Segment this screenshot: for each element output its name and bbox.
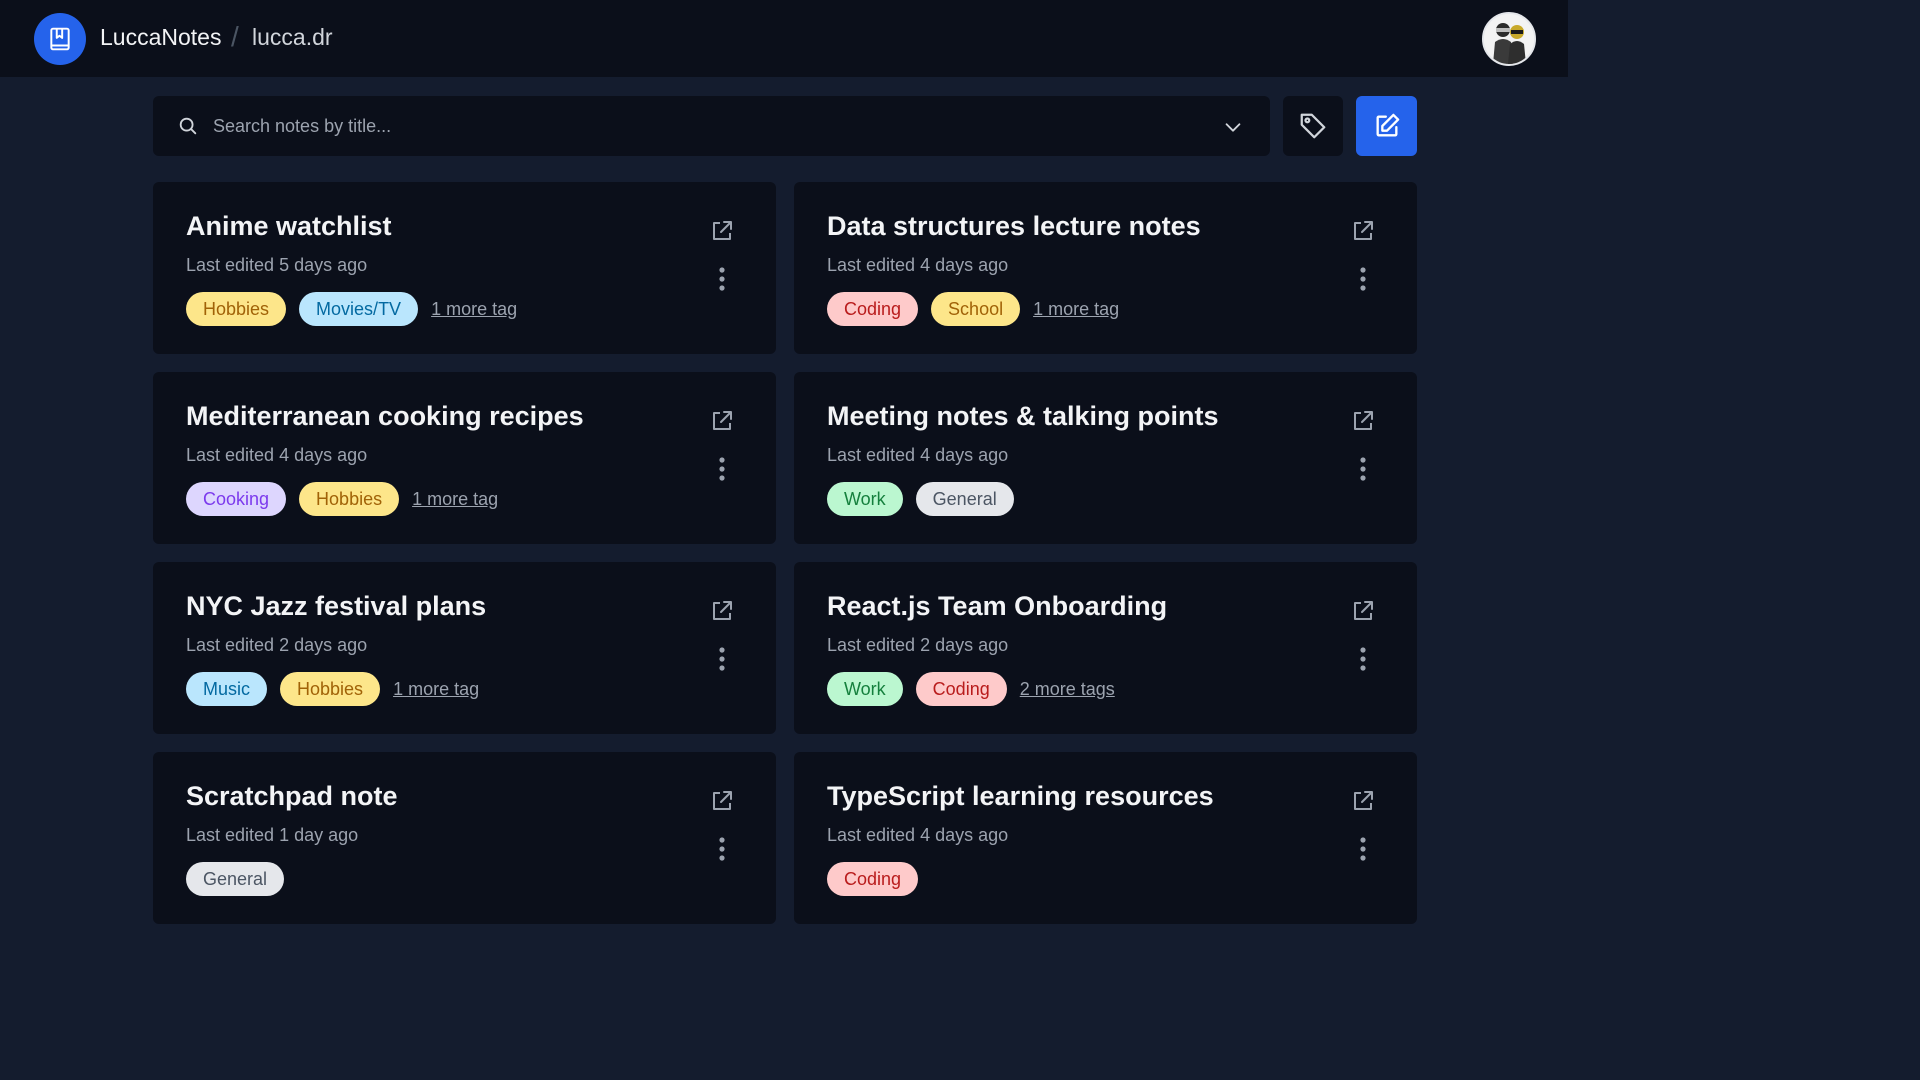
- chevron-down-icon[interactable]: [1222, 116, 1244, 138]
- note-title[interactable]: NYC Jazz festival plans: [186, 591, 486, 622]
- note-card[interactable]: Data structures lecture notes Last edited…: [794, 182, 1417, 354]
- more-options-icon[interactable]: [715, 456, 729, 484]
- tag-badge[interactable]: Coding: [915, 672, 1007, 706]
- edit-icon: [1376, 113, 1399, 137]
- note-title[interactable]: Mediterranean cooking recipes: [186, 401, 584, 432]
- note-card[interactable]: Scratchpad note Last edited 1 day ago Gene…: [153, 752, 776, 924]
- search-bar: [153, 96, 1270, 156]
- note-tags: Hobbies Movies/TV 1 more tag: [186, 292, 517, 326]
- tag-badge[interactable]: Movies/TV: [299, 292, 419, 326]
- note-title[interactable]: Scratchpad note: [186, 781, 398, 812]
- open-external-icon[interactable]: [1351, 219, 1375, 243]
- app-logo[interactable]: [34, 13, 86, 65]
- note-card[interactable]: Mediterranean cooking recipes Last edited…: [153, 372, 776, 544]
- more-options-icon[interactable]: [1356, 456, 1370, 484]
- note-last-edited: Last edited 4 days ago: [827, 825, 1009, 845]
- tag-badge[interactable]: Coding: [827, 862, 919, 896]
- tag-icon: [1300, 113, 1326, 139]
- tags-button[interactable]: [1283, 96, 1343, 156]
- open-external-icon[interactable]: [710, 409, 734, 433]
- more-options-icon[interactable]: [715, 836, 729, 864]
- note-card[interactable]: Anime watchlist Last edited 5 days ago Hob…: [153, 182, 776, 354]
- more-options-icon[interactable]: [715, 646, 729, 674]
- note-tags: Work Coding 2 more tags: [827, 672, 1115, 706]
- note-card[interactable]: React.js Team Onboarding Last edited 2 da…: [794, 562, 1417, 734]
- note-last-edited: Last edited 4 days ago: [827, 445, 1009, 465]
- more-tags-link[interactable]: 1 more tag: [393, 679, 479, 700]
- open-external-icon[interactable]: [710, 219, 734, 243]
- note-card[interactable]: Meeting notes & talking points Last edite…: [794, 372, 1417, 544]
- note-title[interactable]: TypeScript learning resources: [827, 781, 1214, 812]
- open-external-icon[interactable]: [1351, 409, 1375, 433]
- note-last-edited: Last edited 5 days ago: [186, 255, 368, 275]
- tag-badge[interactable]: General: [915, 482, 1014, 516]
- note-last-edited: Last edited 4 days ago: [186, 445, 368, 465]
- open-external-icon[interactable]: [1351, 789, 1375, 813]
- top-bar: LuccaNotes / lucca.dr: [0, 0, 1568, 77]
- more-tags-link[interactable]: 1 more tag: [1033, 299, 1119, 320]
- breadcrumb-separator: /: [231, 21, 239, 52]
- note-tags: Work General: [827, 482, 1014, 516]
- note-last-edited: Last edited 1 day ago: [186, 825, 359, 845]
- more-tags-link[interactable]: 2 more tags: [1020, 679, 1115, 700]
- tag-badge[interactable]: Hobbies: [299, 482, 400, 516]
- breadcrumb-username[interactable]: lucca.dr: [252, 24, 333, 51]
- more-options-icon[interactable]: [715, 266, 729, 294]
- note-title[interactable]: Anime watchlist: [186, 211, 392, 242]
- tag-badge[interactable]: Hobbies: [186, 292, 287, 326]
- brand-name[interactable]: LuccaNotes: [100, 24, 221, 51]
- note-last-edited: Last edited 2 days ago: [186, 635, 368, 655]
- note-title[interactable]: Data structures lecture notes: [827, 211, 1201, 242]
- note-tags: Cooking Hobbies 1 more tag: [186, 482, 498, 516]
- user-avatar[interactable]: [1482, 12, 1536, 66]
- open-external-icon[interactable]: [710, 599, 734, 623]
- tag-badge[interactable]: Work: [827, 482, 903, 516]
- note-tags: Coding: [827, 862, 919, 896]
- more-tags-link[interactable]: 1 more tag: [431, 299, 517, 320]
- note-title[interactable]: React.js Team Onboarding: [827, 591, 1167, 622]
- tag-badge[interactable]: Music: [186, 672, 268, 706]
- notes-grid: Anime watchlist Last edited 5 days ago Hob…: [153, 182, 1417, 924]
- more-options-icon[interactable]: [1356, 266, 1370, 294]
- note-last-edited: Last edited 2 days ago: [827, 635, 1009, 655]
- search-input[interactable]: [213, 96, 1203, 156]
- more-options-icon[interactable]: [1356, 646, 1370, 674]
- open-external-icon[interactable]: [1351, 599, 1375, 623]
- note-tags: Music Hobbies 1 more tag: [186, 672, 479, 706]
- note-card[interactable]: TypeScript learning resources Last edited…: [794, 752, 1417, 924]
- note-card[interactable]: NYC Jazz festival plans Last edited 2 day…: [153, 562, 776, 734]
- avatar-image: [1484, 14, 1534, 64]
- tag-badge[interactable]: Work: [827, 672, 903, 706]
- tag-badge[interactable]: General: [186, 862, 285, 896]
- note-title[interactable]: Meeting notes & talking points: [827, 401, 1219, 432]
- notebook-icon: [50, 27, 70, 51]
- more-tags-link[interactable]: 1 more tag: [412, 489, 498, 510]
- tag-badge[interactable]: School: [931, 292, 1021, 326]
- open-external-icon[interactable]: [710, 789, 734, 813]
- note-tags: General: [186, 862, 285, 896]
- more-options-icon[interactable]: [1356, 836, 1370, 864]
- tag-badge[interactable]: Coding: [827, 292, 919, 326]
- new-note-button[interactable]: [1356, 96, 1417, 156]
- tag-badge[interactable]: Cooking: [186, 482, 287, 516]
- note-last-edited: Last edited 4 days ago: [827, 255, 1009, 275]
- note-tags: Coding School 1 more tag: [827, 292, 1119, 326]
- search-icon: [179, 117, 197, 135]
- tag-badge[interactable]: Hobbies: [280, 672, 381, 706]
